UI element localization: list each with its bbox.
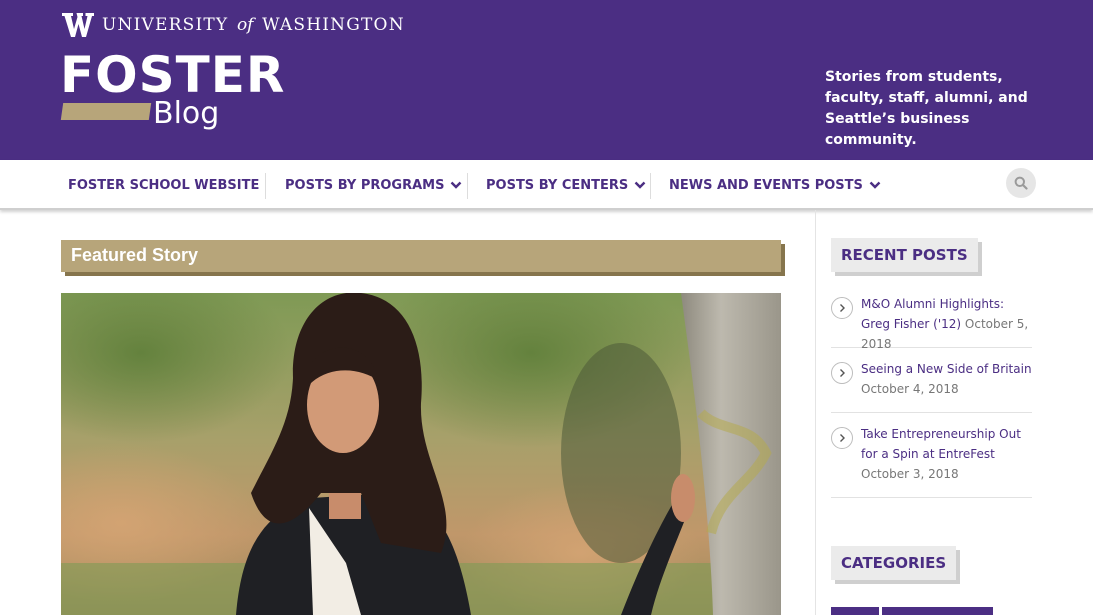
site-tagline: Stories from students, faculty, staff, a…: [825, 69, 1028, 148]
nav-divider: [650, 173, 651, 199]
sidebar-divider: [815, 210, 816, 615]
recent-post-text: Seeing a New Side of Britain October 4, …: [861, 359, 1033, 399]
chevron-right-icon: [831, 297, 853, 319]
category-chip[interactable]: [882, 607, 993, 615]
recent-post-link[interactable]: Take Entrepreneurship Out for a Spin at …: [861, 427, 1021, 461]
nav-divider: [265, 173, 266, 199]
chevron-down-icon: [634, 181, 646, 189]
blog-logo-text[interactable]: Blog: [153, 94, 219, 134]
nav-item-posts-by-centers[interactable]: POSTS BY CENTERS: [486, 160, 646, 210]
featured-story-title: Featured Story: [71, 245, 199, 265]
chevron-down-icon: [451, 181, 462, 189]
featured-photo-illustration: [61, 293, 781, 615]
nav-item-label: POSTS BY PROGRAMS: [285, 177, 445, 193]
search-button[interactable]: [1006, 168, 1036, 198]
uw-w-logo-icon: [62, 13, 94, 37]
search-icon: [1014, 176, 1028, 190]
category-chip[interactable]: [831, 607, 879, 615]
uw-wordmark[interactable]: UNIVERSITY of WASHINGTON: [62, 12, 405, 38]
recent-post-item: M&O Alumni Highlights: Greg Fisher ('12)…: [831, 294, 1032, 351]
uw-wordmark-washington: WASHINGTON: [262, 15, 405, 35]
uw-wordmark-text: UNIVERSITY of WASHINGTON: [102, 15, 405, 35]
chevron-right-icon: [831, 427, 853, 449]
recent-post-item: Take Entrepreneurship Out for a Spin at …: [831, 424, 1032, 498]
categories-heading: CATEGORIES: [831, 546, 957, 580]
recent-post-link[interactable]: Seeing a New Side of Britain: [861, 362, 1032, 376]
nav-item-label: POSTS BY CENTERS: [486, 177, 629, 193]
featured-story-header: Featured Story: [61, 240, 781, 272]
recent-post-date: October 4, 2018: [861, 382, 959, 396]
nav-item-posts-by-programs[interactable]: POSTS BY PROGRAMS: [285, 160, 462, 210]
featured-story-image[interactable]: [61, 293, 781, 615]
main-nav: FOSTER SCHOOL WEBSITE POSTS BY PROGRAMS …: [0, 160, 1093, 210]
nav-item-label: FOSTER SCHOOL WEBSITE: [68, 177, 260, 193]
logo-gold-bar: [60, 103, 152, 120]
nav-item-news-and-events-posts[interactable]: NEWS AND EVENTS POSTS: [669, 160, 881, 210]
chevron-down-icon: [869, 181, 881, 189]
nav-divider: [467, 173, 468, 199]
uw-wordmark-of: of: [236, 15, 254, 35]
recent-post-date: October 3, 2018: [861, 467, 959, 481]
recent-post-text: Take Entrepreneurship Out for a Spin at …: [861, 424, 1033, 484]
recent-posts-heading: RECENT POSTS: [831, 238, 978, 272]
chevron-right-icon: [831, 362, 853, 384]
site-header: UNIVERSITY of WASHINGTON FOSTER Blog Sto…: [0, 0, 1093, 160]
recent-post-text: M&O Alumni Highlights: Greg Fisher ('12)…: [861, 294, 1033, 354]
uw-wordmark-university: UNIVERSITY: [102, 15, 229, 35]
recent-post-item: Seeing a New Side of Britain October 4, …: [831, 359, 1032, 413]
nav-item-foster-school-website[interactable]: FOSTER SCHOOL WEBSITE: [68, 160, 259, 210]
nav-item-label: NEWS AND EVENTS POSTS: [669, 177, 863, 193]
